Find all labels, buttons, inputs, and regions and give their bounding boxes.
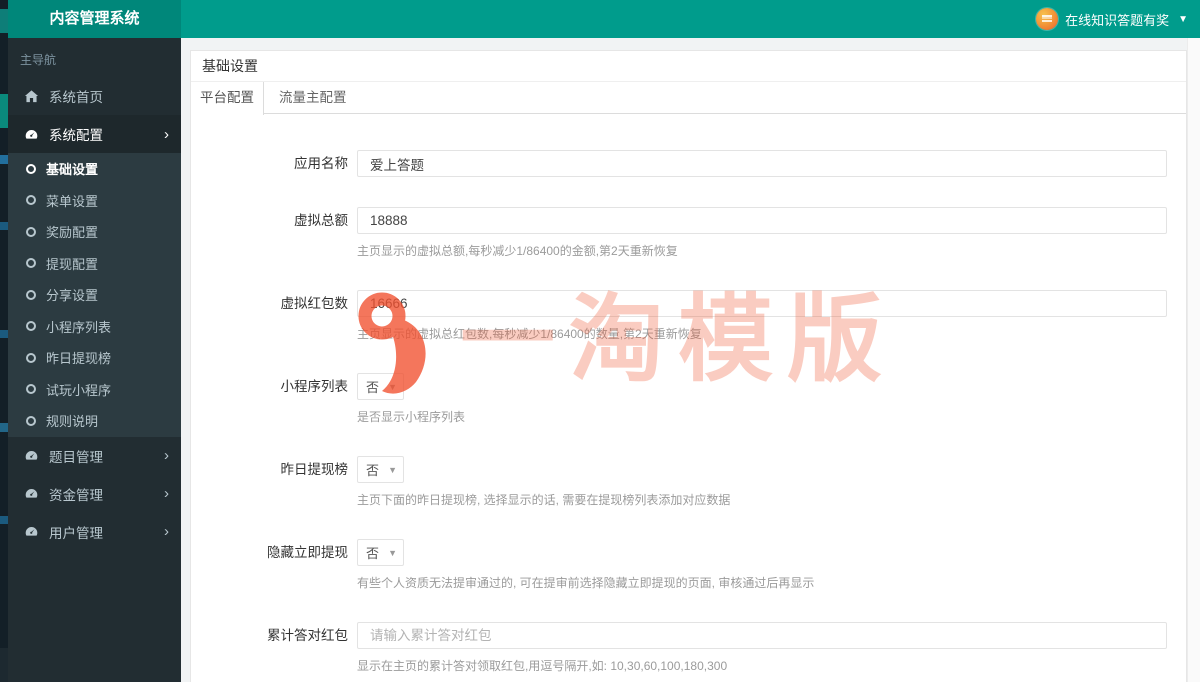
field-help-text: 主页显示的虚拟总额,每秒减少1/86400的金额,第2天重新恢复 — [357, 244, 678, 258]
field-label: 小程序列表 — [280, 379, 349, 394]
virtual-total-input[interactable] — [357, 207, 1167, 234]
circle-icon — [26, 258, 36, 269]
sidebar-section-label: 主导航 — [20, 53, 57, 67]
top-navbar: 在线知识答题有奖 ▼ — [181, 0, 1200, 38]
sidebar-item-label: 系统配置 — [49, 128, 103, 143]
field-help-text: 主页显示的虚拟总红包数,每秒减少1/86400的数量,第2天重新恢复 — [357, 327, 702, 341]
field-help-text: 显示在主页的累计答对领取红包,用逗号隔开,如: 10,30,60,100,180… — [357, 659, 728, 673]
sidebar-subitem-label: 菜单设置 — [46, 193, 99, 209]
circle-icon — [26, 289, 36, 300]
circle-icon — [26, 163, 36, 174]
sidebar-item-label: 用户管理 — [49, 525, 103, 541]
circle-icon — [26, 352, 36, 363]
tabbar: 平台配置 流量主配置 — [191, 82, 1186, 115]
app-window: 内容管理系统 在线知识答题有奖 ▼ 主导航 系统首页 系统配置 › 基础设置 菜… — [0, 0, 1200, 682]
yesterday-rank-select[interactable]: 否 ▼ — [357, 456, 404, 483]
hide-withdraw-select[interactable]: 否 ▼ — [357, 539, 404, 566]
sidebar-item-funds-mgmt[interactable]: 资金管理 › — [8, 475, 181, 513]
sidebar-subitem-basic-settings[interactable]: 基础设置 — [8, 153, 181, 185]
sidebar-subitem-withdraw-config[interactable]: 提现配置 — [8, 248, 181, 280]
sidebar-item-label: 题目管理 — [49, 449, 103, 465]
field-label: 应用名称 — [294, 156, 348, 171]
circle-icon — [26, 321, 36, 332]
field-help-text: 主页下面的昨日提现榜, 选择显示的话, 需要在提现榜列表添加对应数据 — [357, 493, 731, 507]
circle-icon — [26, 415, 36, 426]
user-avatar — [1036, 8, 1059, 30]
home-icon — [24, 89, 39, 104]
field-label: 隐藏立即提现 — [267, 545, 348, 560]
form-row-app-name: 应用名称 — [191, 150, 1186, 177]
field-label: 虚拟红包数 — [280, 296, 349, 311]
select-value: 否 — [366, 546, 380, 561]
sidebar-subitem-rules[interactable]: 规则说明 — [8, 405, 181, 437]
select-value: 否 — [366, 463, 380, 478]
sidebar-subitem-reward-config[interactable]: 奖励配置 — [8, 216, 181, 248]
sidebar-item-question-mgmt[interactable]: 题目管理 › — [8, 437, 181, 475]
virtual-redpacket-input[interactable] — [357, 290, 1167, 317]
chevron-down-icon: ▼ — [388, 464, 397, 475]
sidebar-nav: 主导航 系统首页 系统配置 › 基础设置 菜单设置 奖励配置 提现配置 分享设置… — [8, 38, 181, 682]
form-row-yesterday-rank: 昨日提现榜 否 ▼ 主页下面的昨日提现榜, 选择显示的话, 需要在提现榜列表添加… — [191, 456, 1186, 509]
chevron-down-icon: ▼ — [388, 547, 397, 558]
sidebar-subitem-menu-settings[interactable]: 菜单设置 — [8, 185, 181, 217]
cumulative-redpacket-input[interactable] — [357, 622, 1167, 649]
app-name-input[interactable] — [357, 150, 1167, 177]
field-help-text: 有些个人资质无法提审通过的, 可在提审前选择隐藏立即提现的页面, 审核通过后再显… — [357, 576, 815, 590]
circle-icon — [26, 195, 36, 206]
select-value: 否 — [366, 380, 380, 395]
field-label: 虚拟总额 — [294, 213, 348, 228]
tab-ad-config[interactable]: 流量主配置 — [264, 82, 362, 113]
sidebar-subitem-share-settings[interactable]: 分享设置 — [8, 279, 181, 311]
sidebar-item-home[interactable]: 系统首页 — [8, 77, 181, 115]
app-logo[interactable]: 内容管理系统 — [8, 0, 181, 38]
window-edge-strip — [0, 0, 8, 682]
circle-icon — [26, 226, 36, 237]
sidebar-item-label: 系统首页 — [49, 90, 103, 105]
scrollbar[interactable] — [1187, 38, 1200, 682]
form-row-virtual-total: 虚拟总额 主页显示的虚拟总额,每秒减少1/86400的金额,第2天重新恢复 — [191, 207, 1186, 260]
tab-platform-config[interactable]: 平台配置 — [191, 82, 264, 115]
sidebar-subitem-yesterday-rank[interactable]: 昨日提现榜 — [8, 342, 181, 374]
chevron-right-icon: › — [164, 125, 169, 143]
chevron-right-icon: › — [164, 485, 169, 502]
sidebar-subitem-label: 分享设置 — [46, 288, 99, 304]
form-row-cumulative-redpacket: 累计答对红包 显示在主页的累计答对领取红包,用逗号隔开,如: 10,30,60,… — [191, 622, 1186, 675]
sidebar-subitem-miniapp-list[interactable]: 小程序列表 — [8, 311, 181, 343]
chevron-down-icon: ▼ — [1178, 13, 1188, 25]
settings-form: 应用名称 虚拟总额 主页显示的虚拟总额,每秒减少1/86400的金额,第2天重新… — [191, 114, 1186, 675]
field-help-text: 是否显示小程序列表 — [357, 410, 466, 424]
sidebar-item-system-config[interactable]: 系统配置 › — [8, 115, 181, 153]
circle-icon — [26, 384, 36, 395]
gauge-icon — [24, 524, 39, 539]
settings-panel: 基础设置 平台配置 流量主配置 应用名称 虚拟总额 主页显示的虚拟总额,每秒减少… — [190, 50, 1187, 682]
sidebar-subitem-label: 小程序列表 — [46, 319, 112, 335]
sidebar-subitem-label: 试玩小程序 — [46, 382, 112, 398]
gauge-icon — [24, 127, 39, 142]
sidebar-item-user-mgmt[interactable]: 用户管理 › — [8, 513, 181, 551]
form-row-hide-withdraw: 隐藏立即提现 否 ▼ 有些个人资质无法提审通过的, 可在提审前选择隐藏立即提现的… — [191, 539, 1186, 592]
sidebar-submenu-system-config: 基础设置 菜单设置 奖励配置 提现配置 分享设置 小程序列表 昨日提现榜 试玩小… — [8, 153, 181, 437]
user-dropdown-label: 在线知识答题有奖 — [1065, 12, 1170, 28]
sidebar-subitem-label: 基础设置 — [46, 162, 99, 178]
sidebar-item-label: 资金管理 — [49, 487, 103, 503]
gauge-icon — [24, 448, 39, 463]
sidebar-subitem-label: 奖励配置 — [46, 225, 99, 241]
sidebar-subitem-label: 昨日提现榜 — [46, 351, 112, 367]
field-label: 累计答对红包 — [267, 628, 348, 643]
chevron-right-icon: › — [164, 523, 169, 540]
page-title: 基础设置 — [191, 51, 1186, 82]
sidebar-subitem-trial-miniapp[interactable]: 试玩小程序 — [8, 374, 181, 406]
chevron-right-icon: › — [164, 447, 169, 464]
miniapp-list-select[interactable]: 否 ▼ — [357, 373, 404, 400]
form-row-virtual-redpacket: 虚拟红包数 主页显示的虚拟总红包数,每秒减少1/86400的数量,第2天重新恢复 — [191, 290, 1186, 343]
chevron-down-icon: ▼ — [388, 381, 397, 392]
sidebar-subitem-label: 规则说明 — [46, 414, 99, 430]
sidebar-subitem-label: 提现配置 — [46, 256, 99, 272]
gauge-icon — [24, 486, 39, 501]
user-dropdown[interactable]: 在线知识答题有奖 ▼ — [1036, 0, 1188, 38]
form-row-miniapp-list: 小程序列表 否 ▼ 是否显示小程序列表 — [191, 373, 1186, 426]
field-label: 昨日提现榜 — [280, 462, 349, 477]
